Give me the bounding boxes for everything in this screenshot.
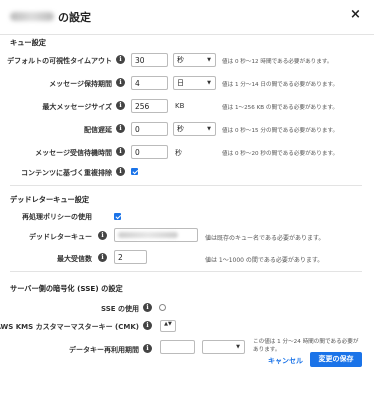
select-value: 秒 xyxy=(177,125,184,133)
dlq-name-label: デッドレターキュー xyxy=(29,233,92,241)
info-icon[interactable]: i xyxy=(98,231,107,240)
info-icon[interactable]: i xyxy=(116,101,125,110)
content-dedup-label: コンテンツに基づく重複排除 xyxy=(21,169,112,177)
delivery-delay-label: 配信遅延 xyxy=(84,126,112,134)
save-button[interactable]: 変更の保存 xyxy=(310,352,362,367)
use-redrive-checkbox[interactable] xyxy=(114,213,121,220)
use-sse-label: SSE の使用 xyxy=(101,305,139,313)
delivery-delay-hint: 値は 0 秒〜15 分の間である必要があります。 xyxy=(222,128,339,134)
receive-wait-time-unit: 秒 xyxy=(175,149,182,157)
content-dedup-checkbox[interactable] xyxy=(131,168,138,175)
receive-wait-time-label: メッセージ受信待機時間 xyxy=(35,149,112,157)
visibility-timeout-hint: 値は 0 秒〜12 時間である必要があります。 xyxy=(222,59,333,65)
caret-down-icon: ▼ xyxy=(207,57,211,63)
select-value: 秒 xyxy=(177,56,184,64)
use-redrive-label: 再処理ポリシーの使用 xyxy=(22,213,92,221)
reuse-period-unit-select[interactable]: ▼ xyxy=(202,340,245,354)
info-icon[interactable]: i xyxy=(116,147,125,156)
caret-down-icon: ▼ xyxy=(236,344,240,350)
select-value: 日 xyxy=(177,79,184,87)
retention-period-label: メッセージ保持期間 xyxy=(49,80,112,88)
max-message-size-hint: 値は 1〜256 KB の間である必要があります。 xyxy=(222,105,338,111)
retention-period-hint: 値は 1 分〜14 日の間である必要があります。 xyxy=(222,82,339,88)
dialog-header: の設定 × xyxy=(0,0,374,35)
caret-down-icon: ▼ xyxy=(207,126,211,132)
delivery-delay-unit-select[interactable]: 秒 ▼ xyxy=(173,122,216,136)
retention-period-unit-select[interactable]: 日 ▼ xyxy=(173,76,216,90)
cmk-label: AWS KMS カスタマーマスターキー (CMK) xyxy=(0,323,139,331)
use-sse-checkbox[interactable] xyxy=(159,304,166,311)
info-icon[interactable]: i xyxy=(116,124,125,133)
info-icon[interactable]: i xyxy=(143,321,152,330)
dlq-name-hint: 値は既存のキュー名である必要があります。 xyxy=(205,235,325,242)
retention-period-input[interactable]: 4 xyxy=(131,76,168,90)
divider xyxy=(10,185,362,186)
max-message-size-unit: KB xyxy=(175,102,185,110)
reuse-period-label: データキー再利用期間 xyxy=(69,346,139,354)
info-icon[interactable]: i xyxy=(116,167,125,176)
info-icon[interactable]: i xyxy=(116,55,125,64)
caret-down-icon: ▼ xyxy=(207,80,211,86)
info-icon[interactable]: i xyxy=(116,78,125,87)
info-icon[interactable]: i xyxy=(98,253,107,262)
max-message-size-label: 最大メッセージサイズ xyxy=(42,103,112,111)
cmk-select[interactable]: ▲▼ xyxy=(160,320,176,332)
reuse-period-input[interactable] xyxy=(160,340,195,354)
max-message-size-input[interactable]: 256 xyxy=(131,99,168,113)
max-receives-input[interactable]: 2 xyxy=(114,250,147,264)
info-icon[interactable]: i xyxy=(143,303,152,312)
visibility-timeout-input[interactable]: 30 xyxy=(131,53,168,67)
section-title-queue: キュー設定 xyxy=(10,38,46,47)
dialog-title: の設定 xyxy=(58,11,91,24)
receive-wait-time-input[interactable]: 0 xyxy=(131,145,168,159)
section-title-sse: サーバー側の暗号化 (SSE) の設定 xyxy=(10,284,123,293)
close-icon[interactable]: × xyxy=(350,8,361,22)
info-icon[interactable]: i xyxy=(143,344,152,353)
cancel-button[interactable]: キャンセル xyxy=(268,356,303,366)
delivery-delay-input[interactable]: 0 xyxy=(131,122,168,136)
max-receives-label: 最大受信数 xyxy=(57,255,92,263)
dlq-name-blurred-value xyxy=(118,232,178,238)
visibility-timeout-unit-select[interactable]: 秒 ▼ xyxy=(173,53,216,67)
divider xyxy=(10,271,362,272)
section-title-dead-letter: デッドレターキュー設定 xyxy=(10,195,90,204)
max-receives-hint: 値は 1〜1000 の間である必要があります。 xyxy=(205,257,324,264)
receive-wait-time-hint: 値は 0 秒〜20 秒の間である必要があります。 xyxy=(222,151,339,157)
queue-name-blurred xyxy=(10,12,54,21)
visibility-timeout-label: デフォルトの可視性タイムアウト xyxy=(7,57,112,65)
